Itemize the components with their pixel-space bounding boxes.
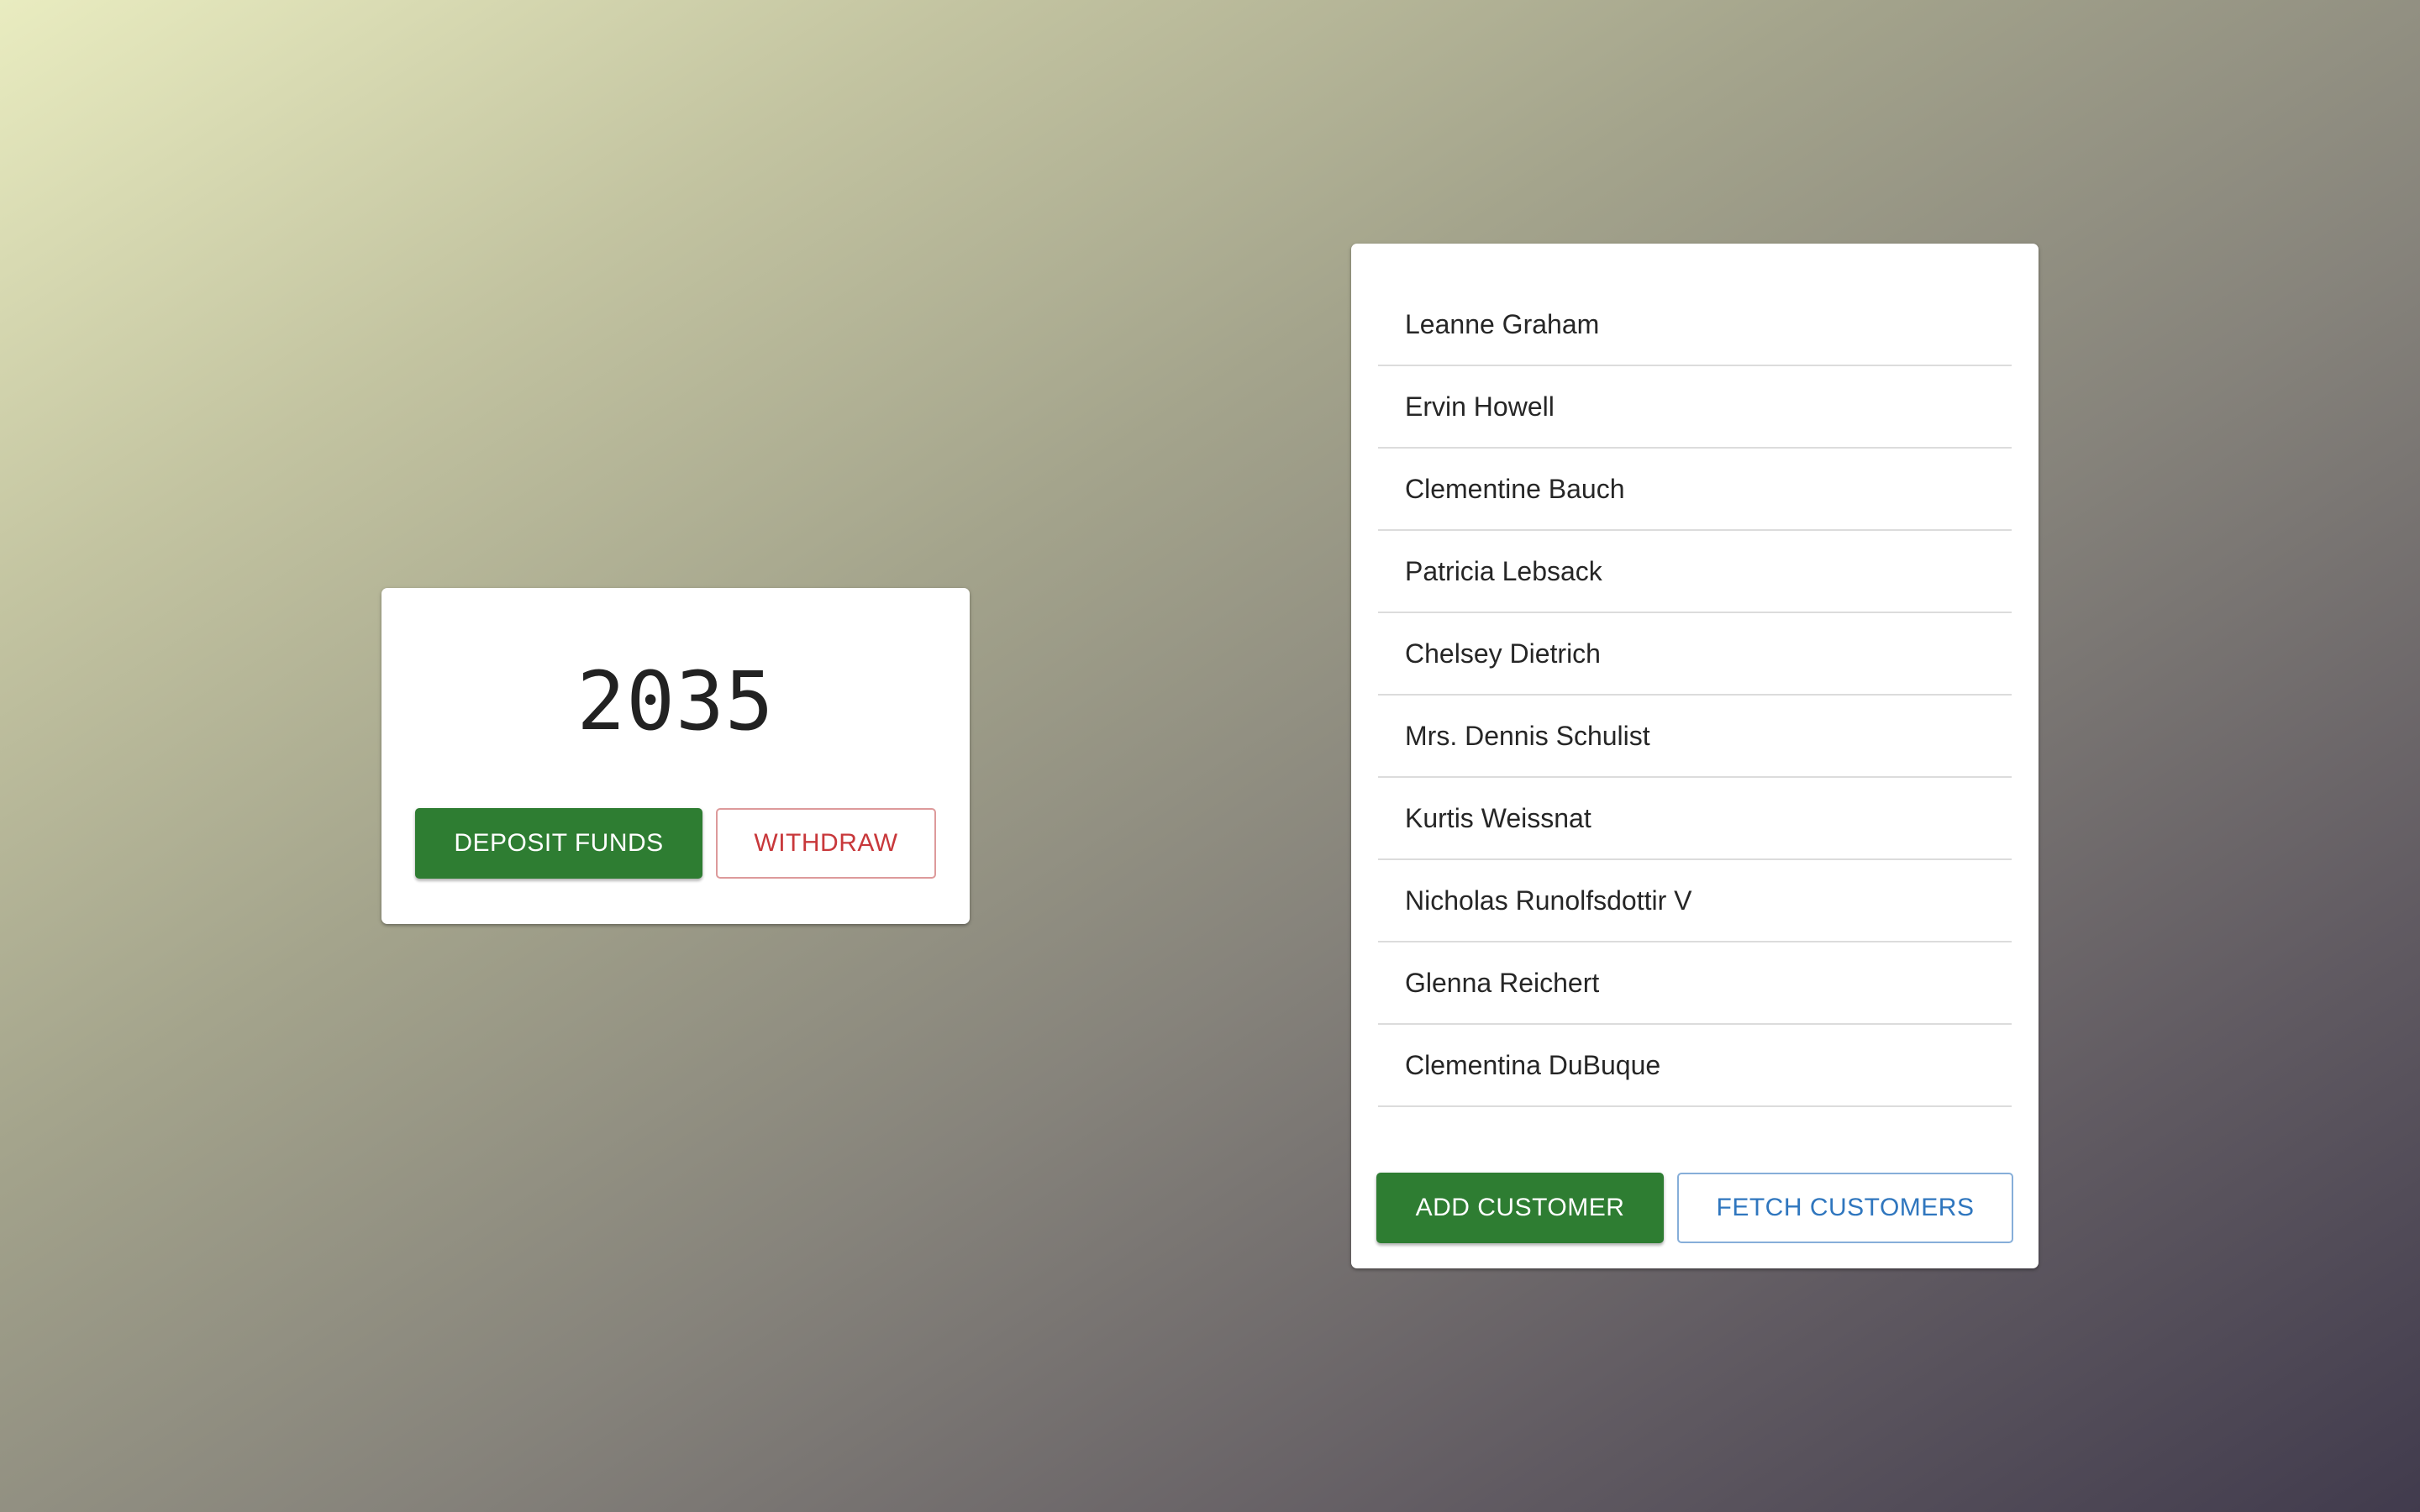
customer-list: Leanne Graham Ervin Howell Clementine Ba… [1378,284,2012,1107]
customers-card: Leanne Graham Ervin Howell Clementine Ba… [1351,244,2039,1268]
balance-value: 2035 [576,654,775,748]
deposit-funds-button[interactable]: DEPOSIT FUNDS [415,808,702,879]
customer-list-item[interactable]: Clementine Bauch [1378,449,2012,531]
balance-card: 2035 DEPOSIT FUNDS WITHDRAW [381,588,970,924]
customer-list-item[interactable]: Patricia Lebsack [1378,531,2012,613]
customer-list-item[interactable]: Chelsey Dietrich [1378,613,2012,696]
customer-list-item[interactable]: Clementina DuBuque [1378,1025,2012,1107]
withdraw-button[interactable]: WITHDRAW [716,808,936,879]
customer-list-item[interactable]: Ervin Howell [1378,366,2012,449]
customer-list-item[interactable]: Kurtis Weissnat [1378,778,2012,860]
customer-list-item[interactable]: Leanne Graham [1378,284,2012,366]
fetch-customers-button[interactable]: FETCH CUSTOMERS [1677,1173,2013,1243]
add-customer-button[interactable]: ADD CUSTOMER [1376,1173,1664,1243]
customer-list-item[interactable]: Mrs. Dennis Schulist [1378,696,2012,778]
customer-list-item[interactable]: Nicholas Runolfsdottir V [1378,860,2012,942]
customer-list-item[interactable]: Glenna Reichert [1378,942,2012,1025]
